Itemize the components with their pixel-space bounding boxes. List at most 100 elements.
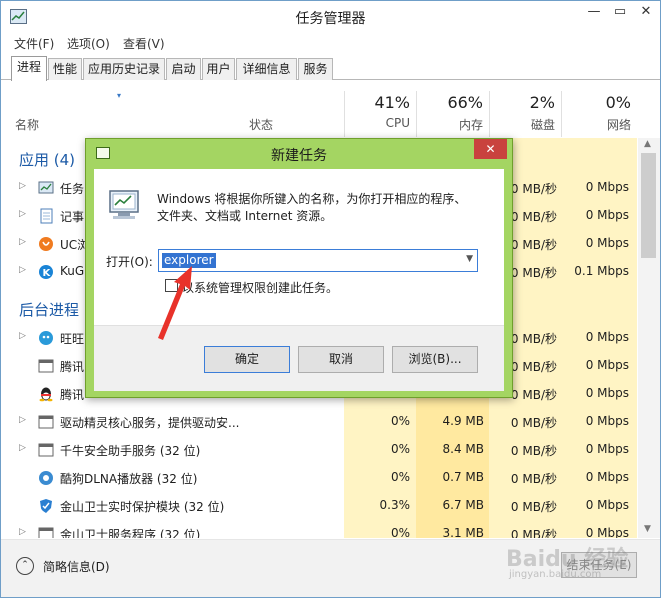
column-header-status[interactable]: 状态 (249, 116, 273, 133)
process-name: KuG (60, 264, 85, 278)
scroll-thumb[interactable] (641, 153, 656, 258)
tab-processes[interactable]: 进程 (11, 56, 47, 81)
network-value: 0 Mbps (585, 358, 629, 372)
table-row[interactable]: 酷狗DLNA播放器 (32 位) 0% 0.7 MB 0 MB/秒 0 Mbps (1, 464, 660, 492)
table-row[interactable]: ▷ 千牛安全助手服务 (32 位) 0% 8.4 MB 0 MB/秒 0 Mbp… (1, 436, 660, 464)
expand-icon[interactable]: ▷ (19, 527, 26, 537)
expand-icon[interactable]: ▷ (19, 443, 26, 453)
tab-startup[interactable]: 启动 (166, 58, 201, 80)
kugou-dlna-icon (38, 470, 54, 486)
network-value: 0 Mbps (585, 180, 629, 194)
expand-icon[interactable]: ▷ (19, 209, 26, 219)
svg-text:K: K (43, 268, 52, 279)
expand-icon[interactable]: ▷ (19, 265, 26, 275)
generic-app-icon (38, 442, 54, 458)
disk-value: 0 MB/秒 (510, 416, 557, 430)
process-name: 腾讯 (60, 388, 85, 402)
memory-value: 3.1 MB (442, 526, 484, 538)
qq-icon (38, 386, 54, 402)
process-name: 任务 (60, 182, 85, 196)
menu-file[interactable]: 文件(F) (14, 35, 54, 52)
notepad-icon (38, 208, 54, 224)
tab-bar: 进程 性能 应用历史记录 启动 用户 详细信息 服务 (1, 56, 660, 81)
generic-app-icon (38, 526, 54, 538)
close-button[interactable]: ✕ (633, 3, 659, 23)
column-header-disk[interactable]: 2% 磁盘 (489, 91, 561, 137)
run-icon (106, 188, 142, 222)
process-name: 腾讯 (60, 360, 85, 374)
chevron-down-icon[interactable]: ▼ (466, 254, 473, 264)
dialog-close-button[interactable]: ✕ (474, 139, 507, 159)
network-value: 0 Mbps (585, 208, 629, 222)
table-row[interactable]: 金山卫士实时保护模块 (32 位) 0.3% 6.7 MB 0 MB/秒 0 M… (1, 492, 660, 520)
admin-checkbox-label[interactable]: 以系统管理权限创建此任务。 (182, 279, 338, 296)
process-name: 旺旺 (60, 332, 85, 346)
process-name: 千牛安全助手服务 (32 位) (60, 444, 201, 458)
menu-bar: 文件(F) 选项(O) 查看(V) (1, 33, 660, 53)
shield-icon (38, 498, 54, 514)
cpu-value: 0% (390, 414, 410, 428)
column-header-cpu[interactable]: 41% CPU (344, 91, 416, 137)
menu-view[interactable]: 查看(V) (123, 35, 165, 52)
wangwang-icon (38, 330, 54, 346)
dialog-description: Windows 将根据你所键入的名称，为你打开相应的程序、文件夹、文档或 Int… (157, 192, 467, 223)
group-apps: 应用 (4) (19, 151, 76, 169)
process-name: 记事 (60, 210, 85, 224)
minimize-button[interactable]: — (581, 3, 607, 23)
open-combobox[interactable]: explorer ▼ (158, 249, 478, 272)
process-name: 金山卫士实时保护模块 (32 位) (60, 500, 225, 514)
tab-performance[interactable]: 性能 (48, 58, 82, 80)
generic-app-icon (38, 414, 54, 430)
process-name: 驱动精灵核心服务，提供驱动安... (60, 416, 240, 430)
maximize-button[interactable]: ▭ (607, 3, 633, 23)
collapse-details-icon[interactable]: ⌃ (16, 557, 34, 575)
memory-label: 内存 (458, 118, 483, 132)
group-background: 后台进程 (19, 301, 80, 319)
network-value: 0.1 Mbps (574, 264, 629, 278)
tab-details[interactable]: 详细信息 (236, 58, 297, 80)
dialog-title-bar: 新建任务 ✕ (86, 139, 512, 169)
network-total: 0% (605, 93, 631, 112)
vertical-scrollbar[interactable]: ▲ ▼ (638, 138, 660, 538)
cpu-label: CPU (385, 116, 410, 130)
browse-button[interactable]: 浏览(B)... (392, 346, 478, 373)
network-value: 0 Mbps (585, 526, 629, 538)
column-header-memory[interactable]: 66% 内存 (416, 91, 489, 137)
cpu-value: 0.3% (379, 498, 411, 512)
scroll-up-icon[interactable]: ▲ (644, 139, 651, 149)
network-label: 网络 (606, 118, 631, 132)
window-title: 任务管理器 (295, 11, 366, 27)
process-name: 金山卫士服务程序 (32 位) (60, 528, 201, 538)
memory-value: 8.4 MB (442, 442, 484, 456)
scroll-down-icon[interactable]: ▼ (644, 524, 651, 534)
menu-options[interactable]: 选项(O) (67, 35, 110, 52)
tab-services[interactable]: 服务 (298, 58, 333, 80)
tab-users[interactable]: 用户 (202, 58, 235, 80)
memory-total: 66% (447, 93, 483, 112)
ok-button[interactable]: 确定 (204, 346, 290, 373)
disk-value: 0 MB/秒 (510, 444, 557, 458)
disk-value: 0 MB/秒 (510, 472, 557, 486)
fewer-details-link[interactable]: 简略信息(D) (43, 558, 110, 575)
uc-browser-icon (38, 236, 54, 252)
network-value: 0 Mbps (585, 442, 629, 456)
column-header-network[interactable]: 0% 网络 (561, 91, 637, 137)
disk-total: 2% (529, 93, 555, 112)
expand-icon[interactable]: ▷ (19, 331, 26, 341)
expand-icon[interactable]: ▷ (19, 181, 26, 191)
table-row[interactable]: ▷ 金山卫士服务程序 (32 位) 0% 3.1 MB 0 MB/秒 0 Mbp… (1, 520, 660, 538)
network-value: 0 Mbps (585, 414, 629, 428)
disk-value: 0 MB/秒 (510, 528, 557, 538)
dialog-title: 新建任务 (271, 148, 327, 164)
table-row[interactable]: ▷ 驱动精灵核心服务，提供驱动安... 0% 4.9 MB 0 MB/秒 0 M… (1, 408, 660, 436)
expand-icon[interactable]: ▷ (19, 415, 26, 425)
taskmgr-icon (38, 180, 54, 196)
cancel-button[interactable]: 取消 (298, 346, 384, 373)
cpu-value: 0% (390, 442, 410, 456)
expand-icon[interactable]: ▷ (19, 237, 26, 247)
tab-app-history[interactable]: 应用历史记录 (83, 58, 165, 80)
column-header-name[interactable]: 名称 (15, 116, 39, 133)
disk-value: 0 MB/秒 (510, 500, 557, 514)
memory-value: 4.9 MB (442, 414, 484, 428)
annotation-arrow-icon (150, 262, 200, 342)
